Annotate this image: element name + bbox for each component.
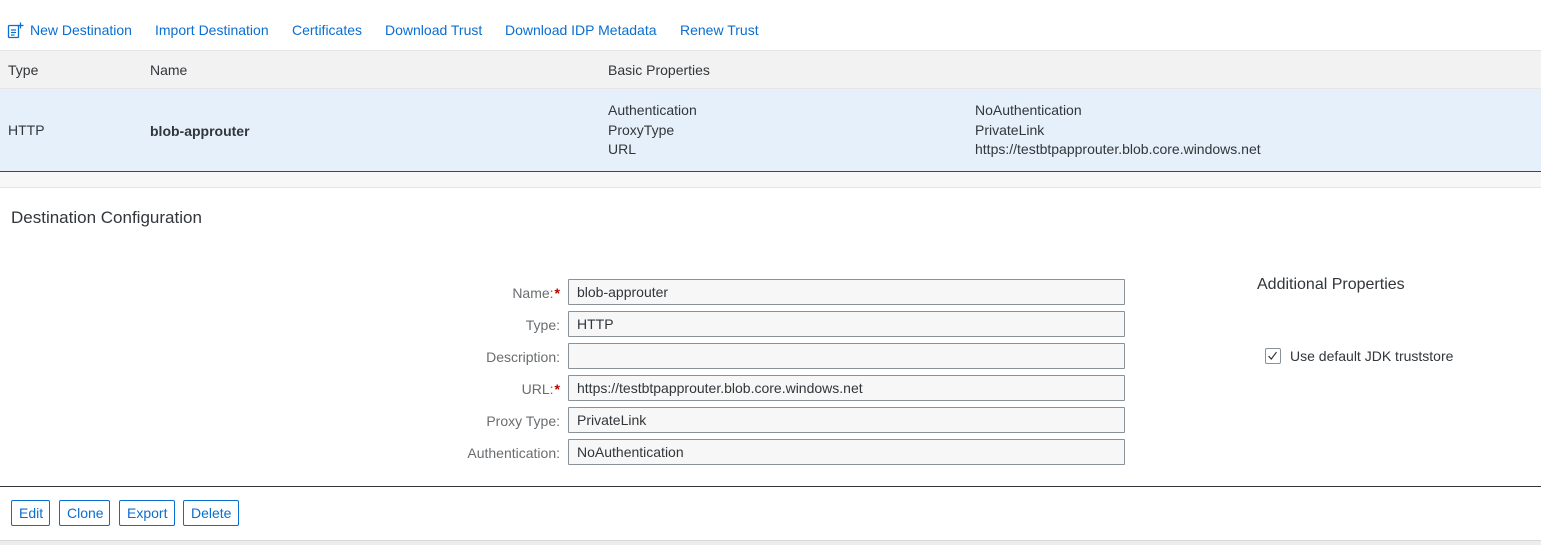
- use-default-jdk-truststore-label[interactable]: Use default JDK truststore: [1290, 347, 1453, 365]
- property-key: URL: [608, 141, 637, 157]
- proxy-type-field[interactable]: PrivateLink: [568, 407, 1125, 433]
- download-trust-link[interactable]: Download Trust: [385, 21, 482, 39]
- new-destination-link[interactable]: New Destination: [30, 21, 132, 39]
- footer-bottom-border: [0, 540, 1541, 545]
- additional-properties-title: Additional Properties: [1257, 276, 1405, 293]
- url-field[interactable]: https://testbtpapprouter.blob.core.windo…: [568, 375, 1125, 401]
- table-footer-spacer: [0, 172, 1541, 188]
- property-key: ProxyType: [608, 121, 675, 138]
- property-key: Authentication: [608, 102, 697, 118]
- checkmark-icon: [1268, 351, 1277, 361]
- authentication-label: Authentication:: [467, 445, 560, 461]
- toolbar: New Destination Import Destination Certi…: [0, 0, 1541, 51]
- edit-button[interactable]: Edit: [11, 500, 50, 526]
- property-value: https://testbtpapprouter.blob.core.windo…: [975, 141, 1261, 157]
- type-field[interactable]: HTTP: [568, 311, 1125, 337]
- export-button[interactable]: Export: [119, 500, 175, 526]
- clone-button[interactable]: Clone: [59, 500, 110, 526]
- row-type: HTTP: [8, 122, 45, 138]
- row-name: blob-approuter: [150, 123, 250, 139]
- table-header: Type Name Basic Properties: [0, 51, 1541, 89]
- required-marker: *: [554, 381, 560, 397]
- column-header-name[interactable]: Name: [150, 61, 187, 79]
- document-add-icon[interactable]: [7, 22, 24, 39]
- description-field[interactable]: [568, 343, 1125, 369]
- column-header-type[interactable]: Type: [8, 61, 38, 79]
- download-idp-metadata-link[interactable]: Download IDP Metadata: [505, 21, 657, 39]
- use-default-jdk-truststore-checkbox[interactable]: [1265, 348, 1281, 364]
- description-label: Description:: [486, 349, 560, 365]
- delete-button[interactable]: Delete: [183, 500, 239, 526]
- url-label: URL:*: [521, 381, 560, 397]
- column-header-basic-properties[interactable]: Basic Properties: [608, 61, 710, 79]
- renew-trust-link[interactable]: Renew Trust: [680, 21, 759, 39]
- table-row[interactable]: HTTP blob-approuter Authentication Proxy…: [0, 89, 1541, 172]
- required-marker: *: [554, 285, 560, 301]
- name-field[interactable]: blob-approuter: [568, 279, 1125, 305]
- certificates-link[interactable]: Certificates: [292, 21, 362, 39]
- property-value: NoAuthentication: [975, 102, 1082, 118]
- name-label: Name:*: [512, 285, 560, 301]
- import-destination-link[interactable]: Import Destination: [155, 21, 269, 39]
- proxy-type-label: Proxy Type:: [486, 413, 560, 429]
- authentication-field[interactable]: NoAuthentication: [568, 439, 1125, 465]
- property-value: PrivateLink: [975, 121, 1045, 138]
- type-label: Type:: [525, 317, 560, 333]
- section-title: Destination Configuration: [11, 208, 202, 227]
